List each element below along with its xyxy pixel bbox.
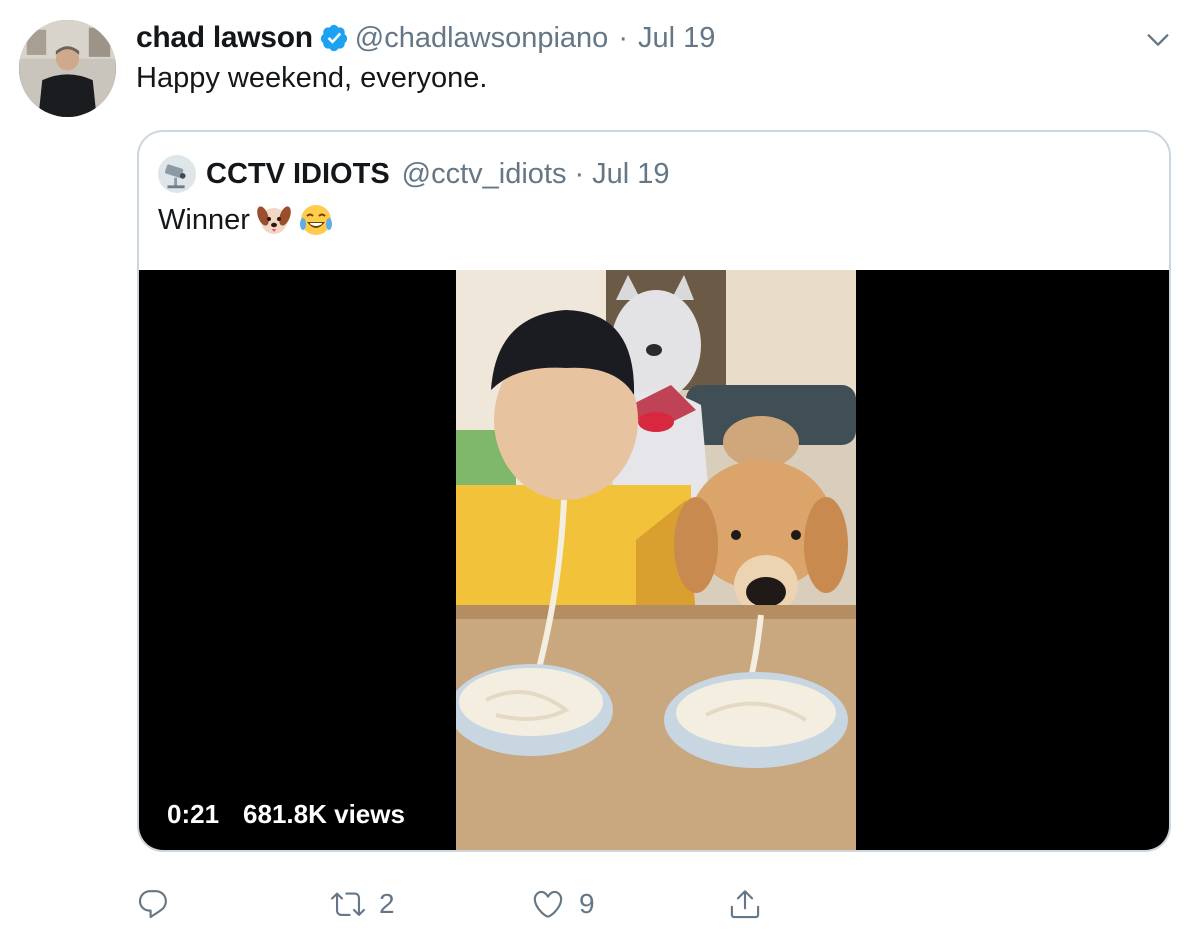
verified-badge-icon (319, 23, 349, 53)
video-views-badge: 681.8K views (233, 793, 415, 836)
quoted-tweet-header: CCTV IDIOTS @cctv_idiots · Jul 19 (158, 152, 670, 196)
video-duration-badge: 0:21 (157, 793, 230, 836)
heart-icon (531, 887, 565, 921)
avatar-image (19, 20, 116, 117)
video-player[interactable]: 0:21 681.8K views (139, 270, 1169, 850)
retweet-count: 2 (379, 888, 395, 919)
quoted-tweet[interactable]: CCTV IDIOTS @cctv_idiots · Jul 19 Winner (137, 130, 1171, 852)
tweet-date[interactable]: Jul 19 (638, 22, 715, 55)
share-button[interactable] (728, 880, 762, 928)
tweet-actions: 2 9 (136, 880, 836, 928)
like-button[interactable]: 9 (531, 880, 595, 928)
retweet-button[interactable]: 2 (331, 880, 395, 928)
chevron-down-icon[interactable] (1144, 26, 1172, 54)
like-count: 9 (579, 888, 595, 919)
quoted-date[interactable]: Jul 19 (592, 158, 669, 191)
author-display-name[interactable]: chad lawson (136, 21, 313, 55)
video-badges: 0:21 681.8K views (157, 793, 415, 836)
tweet[interactable]: chad lawson @chadlawsonpiano · Jul 19 Ha… (0, 0, 1196, 948)
video-frame (456, 270, 856, 850)
dog-face-emoji-icon (256, 202, 292, 238)
reply-icon (136, 887, 170, 921)
tweet-header: chad lawson @chadlawsonpiano · Jul 19 (136, 18, 715, 58)
author-handle[interactable]: @chadlawsonpiano (355, 22, 609, 55)
retweet-icon (331, 887, 365, 921)
quoted-avatar (158, 155, 196, 193)
share-icon (728, 887, 762, 921)
quoted-handle[interactable]: @cctv_idiots (402, 158, 567, 191)
tweet-text: Happy weekend, everyone. (136, 62, 488, 94)
quoted-text: Winner (158, 203, 250, 236)
quoted-display-name[interactable]: CCTV IDIOTS (206, 158, 390, 191)
quoted-separator: · (574, 157, 585, 190)
avatar[interactable] (19, 20, 116, 117)
tears-of-joy-emoji-icon (298, 202, 334, 238)
quoted-text-row: Winner (158, 202, 334, 238)
header-separator: · (618, 21, 628, 54)
reply-button[interactable] (136, 880, 184, 928)
